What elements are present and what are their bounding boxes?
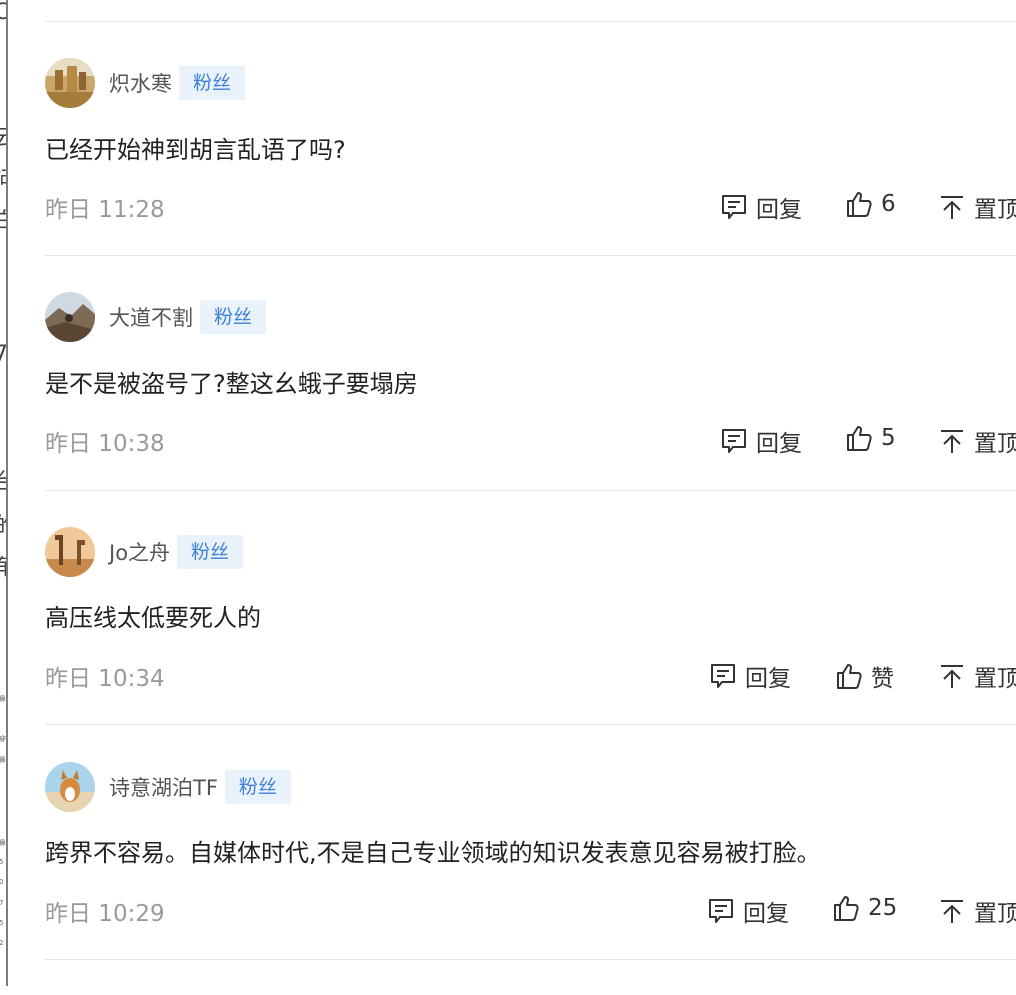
thumbs-up-icon <box>837 664 862 689</box>
fan-badge: 粉丝 <box>224 770 291 804</box>
comment-time: 昨日 10:34 <box>45 666 165 692</box>
pin-label: 置顶 <box>974 666 1016 692</box>
reply-button[interactable]: 回复 <box>720 424 802 458</box>
comment-user-row: 炽水寒 粉丝 <box>45 57 246 109</box>
reply-label: 回复 <box>743 901 789 927</box>
divider <box>45 490 1016 491</box>
reply-icon <box>709 899 733 923</box>
reply-button[interactable]: 回复 <box>707 894 789 928</box>
comment-text: 跨界不容易。自媒体时代,不是自己专业领域的知识发表意见容易被打脸。 <box>45 839 821 867</box>
like-button[interactable]: 6 <box>845 190 896 218</box>
reply-label: 回复 <box>745 666 791 692</box>
pin-top-icon <box>941 900 963 923</box>
pin-top-icon <box>941 665 963 688</box>
comment-user-row: 大道不割 粉丝 <box>45 291 267 343</box>
reply-icon <box>722 195 746 219</box>
like-button[interactable]: 25 <box>832 894 897 922</box>
comment-user-row: Jo之舟 粉丝 <box>45 526 244 578</box>
fan-badge: 粉丝 <box>177 535 244 569</box>
reply-button[interactable]: 回复 <box>720 190 802 224</box>
thumbs-up-icon <box>847 192 872 217</box>
pin-top-icon <box>941 196 963 219</box>
like-count: 25 <box>868 895 898 921</box>
pin-label: 置顶 <box>974 431 1016 457</box>
fan-badge: 粉丝 <box>179 66 246 100</box>
comment-text: 高压线太低要死人的 <box>45 604 261 632</box>
comment-text: 已经开始神到胡言乱语了吗? <box>45 136 346 164</box>
divider <box>45 255 1016 256</box>
divider <box>45 21 1016 22</box>
avatar-corgi-icon[interactable] <box>45 762 95 812</box>
comment-time: 昨日 10:38 <box>45 431 165 457</box>
username[interactable]: 炽水寒 <box>109 68 172 98</box>
username[interactable]: 诗意湖泊TF <box>109 772 218 802</box>
like-count: 5 <box>881 425 896 451</box>
comment-time: 昨日 11:28 <box>45 197 165 223</box>
pin-button[interactable]: 置顶 <box>938 424 1016 458</box>
like-button[interactable]: 5 <box>845 424 896 452</box>
pin-label: 置顶 <box>974 197 1016 223</box>
pin-top-icon <box>941 430 963 453</box>
avatar-giraffes-icon[interactable] <box>45 527 95 577</box>
background-page-edge: C 云 问 白 7 台 的 角 鼻 穿 鼻 鼻 5 0 7 5 2 <box>0 0 8 986</box>
pin-button[interactable]: 置顶 <box>938 894 1016 928</box>
comment-time: 昨日 10:29 <box>45 901 165 927</box>
username[interactable]: 大道不割 <box>109 302 193 332</box>
like-count: 6 <box>881 191 896 217</box>
divider <box>45 724 1016 725</box>
reply-icon <box>711 664 735 688</box>
comment-user-row: 诗意湖泊TF 粉丝 <box>45 761 291 813</box>
pin-button[interactable]: 置顶 <box>938 190 1016 224</box>
divider <box>45 959 1016 960</box>
avatar-golden-landscape-icon[interactable] <box>45 58 95 108</box>
thumbs-up-icon <box>834 896 859 921</box>
reply-label: 回复 <box>756 197 802 223</box>
pin-button[interactable]: 置顶 <box>938 659 1016 693</box>
like-button[interactable]: 赞 <box>835 659 894 693</box>
avatar-mountain-rider-icon[interactable] <box>45 292 95 342</box>
like-count: 赞 <box>871 666 894 692</box>
reply-label: 回复 <box>756 431 802 457</box>
comment-text: 是不是被盗号了?整这幺蛾子要塌房 <box>45 370 418 398</box>
reply-button[interactable]: 回复 <box>709 659 791 693</box>
pin-label: 置顶 <box>974 901 1016 927</box>
fan-badge: 粉丝 <box>200 300 267 334</box>
username[interactable]: Jo之舟 <box>109 537 170 567</box>
reply-icon <box>722 429 746 453</box>
thumbs-up-icon <box>847 426 872 451</box>
